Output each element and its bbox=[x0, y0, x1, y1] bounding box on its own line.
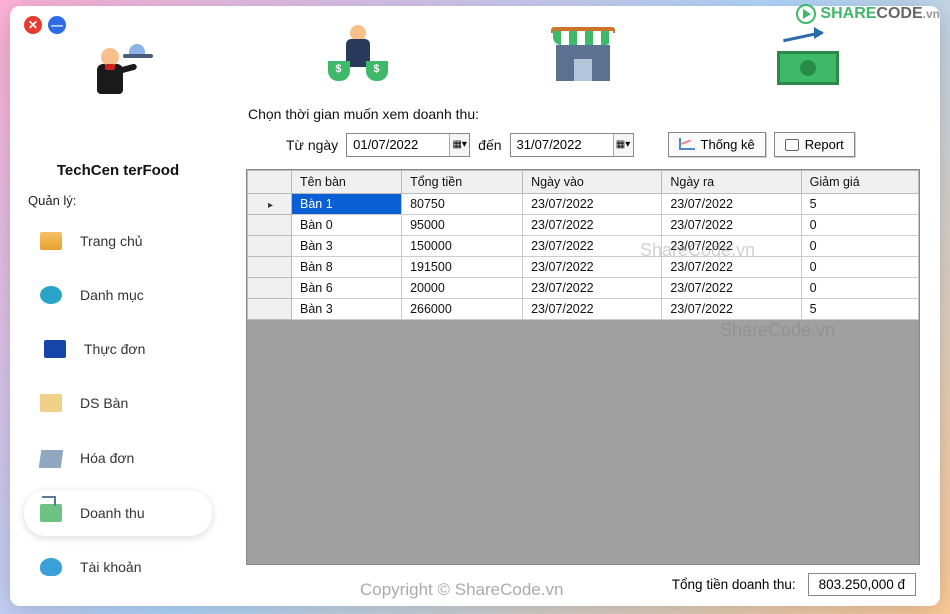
sidebar-item-revenue[interactable]: Doanh thu bbox=[24, 490, 212, 536]
cell-total[interactable]: 80750 bbox=[402, 194, 523, 215]
cell-out[interactable]: 23/07/2022 bbox=[662, 278, 801, 299]
cell-in[interactable]: 23/07/2022 bbox=[523, 194, 662, 215]
cell-in[interactable]: 23/07/2022 bbox=[523, 215, 662, 236]
table-row[interactable]: Bàn 8 191500 23/07/2022 23/07/2022 0 bbox=[248, 257, 919, 278]
main-content: Chọn thời gian muốn xem doanh thu: Từ ng… bbox=[226, 6, 940, 606]
section-label: Quản lý: bbox=[28, 193, 212, 208]
close-button[interactable]: ✕ bbox=[24, 16, 42, 34]
cell-total[interactable]: 20000 bbox=[402, 278, 523, 299]
sidebar-item-menu[interactable]: Thực đơn bbox=[24, 326, 212, 372]
to-date-picker[interactable]: ▦▾ bbox=[510, 133, 634, 157]
sidebar-item-home[interactable]: Trang chủ bbox=[24, 218, 212, 264]
sidebar-item-tables[interactable]: DS Bàn bbox=[24, 380, 212, 426]
home-icon bbox=[40, 232, 62, 250]
from-date-input[interactable] bbox=[347, 135, 449, 154]
cell-discount[interactable]: 5 bbox=[801, 299, 918, 320]
col-table-name[interactable]: Tên bàn bbox=[292, 171, 402, 194]
row-indicator[interactable] bbox=[248, 257, 292, 278]
cell-name[interactable]: Bàn 3 bbox=[292, 236, 402, 257]
manager-icon[interactable] bbox=[318, 23, 398, 93]
cell-in[interactable]: 23/07/2022 bbox=[523, 257, 662, 278]
category-icon bbox=[40, 286, 62, 304]
cell-discount[interactable]: 0 bbox=[801, 257, 918, 278]
sidebar-item-account[interactable]: Tài khoản bbox=[24, 544, 212, 590]
cell-out[interactable]: 23/07/2022 bbox=[662, 215, 801, 236]
sidebar-item-label: Tài khoản bbox=[80, 559, 141, 575]
calendar-icon[interactable]: ▦▾ bbox=[449, 134, 469, 156]
cell-out[interactable]: 23/07/2022 bbox=[662, 299, 801, 320]
cell-total[interactable]: 150000 bbox=[402, 236, 523, 257]
table-row[interactable]: Bàn 3 150000 23/07/2022 23/07/2022 0 bbox=[248, 236, 919, 257]
revenue-icon bbox=[40, 504, 62, 522]
printer-icon bbox=[785, 139, 799, 151]
table-row[interactable]: Bàn 1 80750 23/07/2022 23/07/2022 5 bbox=[248, 194, 919, 215]
sidebar-item-label: Thực đơn bbox=[84, 341, 145, 357]
calendar-icon[interactable]: ▦▾ bbox=[613, 134, 633, 156]
cell-name[interactable]: Bàn 6 bbox=[292, 278, 402, 299]
col-date-out[interactable]: Ngày ra bbox=[662, 171, 801, 194]
report-button[interactable]: Report bbox=[774, 132, 855, 157]
cell-total[interactable]: 191500 bbox=[402, 257, 523, 278]
cell-name[interactable]: Bàn 3 bbox=[292, 299, 402, 320]
cell-name[interactable]: Bàn 1 bbox=[292, 194, 402, 215]
row-indicator[interactable] bbox=[248, 194, 292, 215]
col-date-in[interactable]: Ngày vào bbox=[523, 171, 662, 194]
from-date-picker[interactable]: ▦▾ bbox=[346, 133, 470, 157]
revenue-grid[interactable]: Tên bàn Tổng tiền Ngày vào Ngày ra Giảm … bbox=[246, 169, 920, 565]
money-icon[interactable] bbox=[768, 23, 848, 93]
shop-icon[interactable] bbox=[543, 23, 623, 93]
stats-button[interactable]: Thống kê bbox=[668, 132, 766, 157]
row-indicator[interactable] bbox=[248, 299, 292, 320]
sidebar-item-label: DS Bàn bbox=[80, 395, 128, 411]
copyright: Copyright © ShareCode.vn bbox=[360, 580, 563, 600]
cell-discount[interactable]: 0 bbox=[801, 236, 918, 257]
cell-out[interactable]: 23/07/2022 bbox=[662, 257, 801, 278]
sidebar-item-bills[interactable]: Hóa đơn bbox=[24, 434, 212, 482]
cell-in[interactable]: 23/07/2022 bbox=[523, 299, 662, 320]
cell-name[interactable]: Bàn 8 bbox=[292, 257, 402, 278]
cell-name[interactable]: Bàn 0 bbox=[292, 215, 402, 236]
total-revenue-value: 803.250,000 đ bbox=[808, 573, 916, 596]
row-indicator[interactable] bbox=[248, 215, 292, 236]
waiter-logo-icon bbox=[83, 42, 153, 104]
app-window: ✕ — TechCen terFood Quản lý: Trang chủ D… bbox=[10, 6, 940, 606]
table-icon bbox=[40, 394, 62, 412]
cell-discount[interactable]: 0 bbox=[801, 278, 918, 299]
minimize-button[interactable]: — bbox=[48, 16, 66, 34]
row-indicator[interactable] bbox=[248, 278, 292, 299]
row-indicator[interactable] bbox=[248, 236, 292, 257]
total-revenue-label: Tổng tiền doanh thu: bbox=[672, 577, 796, 592]
sidebar-item-category[interactable]: Danh mục bbox=[24, 272, 212, 318]
sidebar-item-label: Hóa đơn bbox=[80, 450, 134, 466]
cell-in[interactable]: 23/07/2022 bbox=[523, 236, 662, 257]
brand-title: TechCen terFood bbox=[24, 162, 212, 179]
cell-out[interactable]: 23/07/2022 bbox=[662, 194, 801, 215]
cell-total[interactable]: 266000 bbox=[402, 299, 523, 320]
to-date-label: đến bbox=[478, 137, 501, 153]
sidebar: TechCen terFood Quản lý: Trang chủ Danh … bbox=[10, 6, 226, 606]
cell-out[interactable]: 23/07/2022 bbox=[662, 236, 801, 257]
bill-icon bbox=[39, 450, 64, 468]
table-row[interactable]: Bàn 6 20000 23/07/2022 23/07/2022 0 bbox=[248, 278, 919, 299]
to-date-input[interactable] bbox=[511, 135, 613, 154]
table-row[interactable]: Bàn 3 266000 23/07/2022 23/07/2022 5 bbox=[248, 299, 919, 320]
row-header-col[interactable] bbox=[248, 171, 292, 194]
cell-total[interactable]: 95000 bbox=[402, 215, 523, 236]
sidebar-item-label: Danh mục bbox=[80, 287, 144, 303]
sidebar-item-label: Trang chủ bbox=[80, 233, 143, 249]
sidebar-item-label: Doanh thu bbox=[80, 505, 145, 521]
from-date-label: Từ ngày bbox=[286, 137, 338, 153]
table-row[interactable]: Bàn 0 95000 23/07/2022 23/07/2022 0 bbox=[248, 215, 919, 236]
col-discount[interactable]: Giảm giá bbox=[801, 171, 918, 194]
chart-icon bbox=[679, 138, 695, 152]
sharecode-logo: SHARECODE.vn bbox=[796, 4, 940, 24]
menu-icon bbox=[44, 340, 66, 358]
cell-discount[interactable]: 0 bbox=[801, 215, 918, 236]
account-icon bbox=[40, 558, 62, 576]
cell-in[interactable]: 23/07/2022 bbox=[523, 278, 662, 299]
date-range-prompt: Chọn thời gian muốn xem doanh thu: bbox=[248, 106, 920, 122]
col-total[interactable]: Tổng tiền bbox=[402, 171, 523, 194]
cell-discount[interactable]: 5 bbox=[801, 194, 918, 215]
